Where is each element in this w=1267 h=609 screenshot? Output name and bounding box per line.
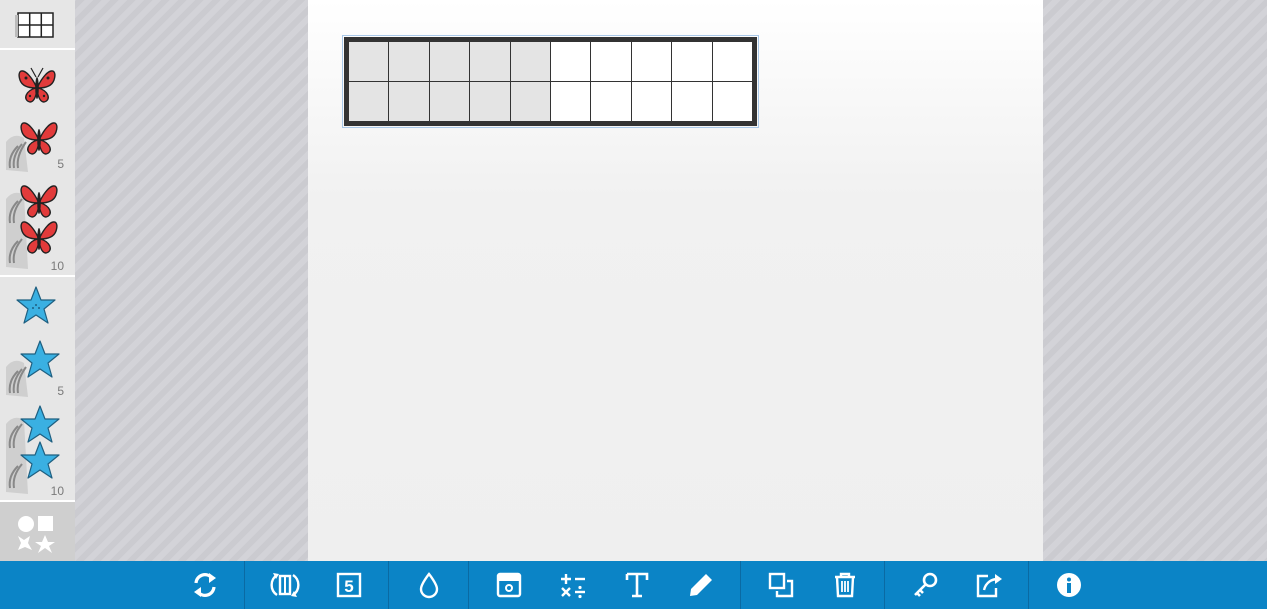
starfish-icon [16,286,56,324]
starfish-1[interactable] [0,277,75,335]
starfish-stack-icon [6,340,60,397]
toolbar-divider [740,561,741,609]
delete-button[interactable] [821,561,869,609]
ten-frame-cell[interactable] [712,42,752,81]
droplet-icon [419,572,439,599]
grid-icon [15,12,54,38]
butterfly-10-count: 10 [50,259,64,273]
butterfly-10[interactable]: 10 [0,175,75,275]
shapes-icon [18,516,55,553]
window-icon [496,572,522,598]
toolbar-divider [1028,561,1029,609]
ten-frame-tool[interactable] [0,0,75,48]
ten-frame-cell[interactable] [429,82,470,121]
sidebar: 5 10 5 10 [0,0,75,561]
ten-frame-cell[interactable] [389,42,429,81]
ten-frame-cell[interactable] [470,42,510,81]
starfish-10[interactable]: 10 [0,400,75,500]
ten-frame-cell[interactable] [551,82,591,121]
toolbar-divider [468,561,469,609]
toolbar-divider [884,561,885,609]
butterfly-1[interactable] [0,50,75,110]
toolbar: 5 [0,561,1267,609]
ten-frame-cell[interactable] [631,82,672,121]
draw-button[interactable] [677,561,725,609]
color-button[interactable] [405,561,453,609]
info-icon [1057,573,1081,597]
trash-icon [835,572,855,598]
ten-frame-cell[interactable] [510,82,550,121]
butterfly-icon [18,67,56,103]
ten-frame-cell[interactable] [510,42,550,81]
reset-button[interactable] [181,561,229,609]
operations-button[interactable] [549,561,597,609]
ten-frame-cell[interactable] [631,42,672,81]
ten-frame-cell[interactable] [591,42,631,81]
ten-frame-cell[interactable] [349,82,389,121]
ten-frame-cell[interactable] [712,82,752,121]
flip-icon [270,573,300,597]
refresh-icon [194,573,216,597]
starfish-5[interactable]: 5 [0,335,75,400]
ten-frame-cell[interactable] [591,82,631,121]
ten-frame-cell[interactable] [429,42,470,81]
flip-button[interactable] [261,561,309,609]
share-button[interactable] [965,561,1013,609]
butterfly-stack-icon [6,122,58,172]
background-button[interactable] [485,561,533,609]
butterfly-5-count: 5 [57,157,64,171]
duplicate-icon [768,572,794,598]
ten-frame-cell[interactable] [672,82,712,121]
starfish-10-count: 10 [50,484,64,498]
toolbar-divider [244,561,245,609]
svg-text:5: 5 [344,577,353,596]
ten-frame-cell[interactable] [389,82,429,121]
number-button[interactable]: 5 [325,561,373,609]
key-button[interactable] [901,561,949,609]
ten-frame-cell[interactable] [672,42,712,81]
share-icon [976,574,1002,598]
ten-frame[interactable] [344,37,757,126]
shapes[interactable] [0,502,75,561]
ten-frame-cell[interactable] [470,82,510,121]
toolbar-divider [388,561,389,609]
ten-frame-cell[interactable] [551,42,591,81]
math-operators-icon [561,574,585,599]
workspace-canvas[interactable] [308,0,1043,561]
butterfly-5[interactable]: 5 [0,110,75,175]
text-icon [625,572,649,598]
pencil-icon [690,574,712,596]
ten-frame-selection[interactable] [342,35,759,128]
info-button[interactable] [1045,561,1093,609]
key-icon [914,572,938,597]
number-five-icon: 5 [336,572,362,598]
ten-frame-cell[interactable] [349,42,389,81]
text-button[interactable] [613,561,661,609]
duplicate-button[interactable] [757,561,805,609]
starfish-5-count: 5 [57,384,64,398]
